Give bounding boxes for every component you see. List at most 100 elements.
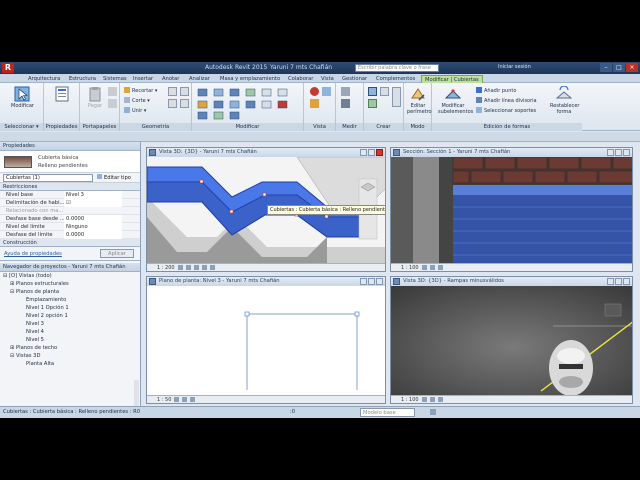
add-split-line-button[interactable]: Añadir línea divisoria: [476, 97, 537, 105]
crop-icon[interactable]: [190, 397, 196, 402]
recortar-button[interactable]: Recortar ▾: [124, 87, 157, 95]
corte-button[interactable]: Corte ▾: [124, 97, 150, 105]
modify-subelements-button[interactable]: Modificar subelementos: [438, 86, 473, 115]
tab-sistemas[interactable]: Sistemas: [103, 75, 127, 83]
tree-item[interactable]: ⊞ Planos de techo: [0, 344, 140, 352]
prop-value[interactable]: 0.0000: [64, 231, 122, 239]
search-input[interactable]: Escribir palabra clave o frase: [355, 64, 439, 72]
type-selector[interactable]: Cubierta básica Relleno pendientes: [0, 151, 140, 173]
crop-icon[interactable]: [437, 265, 443, 270]
measure-icon[interactable]: [341, 87, 350, 96]
view-minimize-icon[interactable]: [360, 149, 367, 156]
view-section[interactable]: Sección: Sección 1 - Yaruni 7 mts Chafiá…: [390, 147, 633, 272]
sun-path-icon[interactable]: [437, 397, 443, 402]
tab-complementos[interactable]: Complementos: [376, 75, 415, 83]
sun-path-icon[interactable]: [193, 265, 199, 270]
view-close-icon[interactable]: [623, 278, 630, 285]
view-close-icon[interactable]: [623, 149, 630, 156]
prop-value[interactable]: ☑: [64, 199, 122, 207]
properties-help-link[interactable]: Ayuda de propiedades: [4, 251, 62, 257]
create-assembly-icon[interactable]: [368, 87, 377, 96]
tree-item[interactable]: ⊟ Planos de planta: [0, 288, 140, 296]
create-group-icon[interactable]: [368, 99, 377, 108]
view-minimize-icon[interactable]: [607, 149, 614, 156]
rampas-3d-drawing[interactable]: [391, 286, 633, 397]
view-restore-icon[interactable]: [615, 278, 622, 285]
tab-colaborar[interactable]: Colaborar: [288, 75, 313, 83]
override-graphics-icon[interactable]: [322, 87, 331, 96]
demolish-icon[interactable]: [180, 99, 189, 108]
tree-item[interactable]: Emplazamiento: [0, 296, 140, 304]
view-restore-icon[interactable]: [615, 149, 622, 156]
apply-button[interactable]: Aplicar: [100, 249, 134, 258]
prop-value[interactable]: Nivel 3: [64, 191, 122, 199]
tab-insertar[interactable]: Insertar: [133, 75, 153, 83]
panel-label-seleccionar[interactable]: Seleccionar ▾: [0, 123, 43, 131]
wall-joins-icon[interactable]: [168, 87, 177, 96]
group-restricciones[interactable]: Restricciones: [0, 183, 140, 191]
modify-button[interactable]: Modificar: [11, 86, 34, 109]
tab-estructura[interactable]: Estructura: [69, 75, 96, 83]
unir-button[interactable]: Unir ▾: [124, 107, 146, 115]
visual-style-icon[interactable]: [429, 397, 435, 402]
hide-element-icon[interactable]: [310, 87, 319, 96]
login-link[interactable]: Iniciar sesión: [498, 64, 531, 70]
prop-value[interactable]: 0.0000: [64, 215, 122, 223]
tree-item[interactable]: Nivel 2 opción 1: [0, 312, 140, 320]
paint-icon[interactable]: [168, 99, 177, 108]
tree-item[interactable]: ⊞ Planos estructurales: [0, 280, 140, 288]
filter-icon[interactable]: [430, 409, 436, 415]
view-plan[interactable]: Plano de planta: Nivel 3 - Yaruni 7 mts …: [146, 276, 386, 404]
copy-icon[interactable]: [108, 99, 117, 108]
crop-icon[interactable]: [209, 265, 215, 270]
tree-item[interactable]: ⊟ Vistas 3D: [0, 352, 140, 360]
view-3d-rampas[interactable]: Vista 3D: {3D} - Rampas minusválidos 1 :…: [390, 276, 633, 404]
shadows-icon[interactable]: [201, 265, 207, 270]
application-menu-icon[interactable]: R: [2, 63, 14, 73]
minimize-icon[interactable]: –: [600, 63, 612, 72]
detail-level-icon[interactable]: [177, 265, 183, 270]
close-icon[interactable]: ×: [626, 63, 638, 72]
tab-vista[interactable]: Vista: [321, 75, 334, 83]
cut-icon[interactable]: [108, 87, 117, 96]
create-similar-icon[interactable]: [392, 87, 401, 107]
tab-gestionar[interactable]: Gestionar: [342, 75, 367, 83]
plan-drawing[interactable]: [147, 286, 386, 396]
visual-style-icon[interactable]: [429, 265, 435, 270]
tab-masa-emplazamiento[interactable]: Masa y emplazamiento: [220, 75, 280, 83]
section-drawing[interactable]: [391, 157, 633, 264]
detail-level-icon[interactable]: [421, 397, 427, 402]
view-minimize-icon[interactable]: [607, 278, 614, 285]
view-restore-icon[interactable]: [368, 278, 375, 285]
view-3d-main[interactable]: Vista 3D: {3D} - Yaruni 7 mts Chafián Cu…: [146, 147, 386, 272]
tree-item[interactable]: ⊟ [O] Vistas (todo): [0, 272, 140, 280]
tab-anotar[interactable]: Anotar: [162, 75, 179, 83]
tree-item[interactable]: Nivel 3: [0, 320, 140, 328]
view-close-icon[interactable]: [376, 149, 383, 156]
tree-item[interactable]: Nivel 5: [0, 336, 140, 344]
tree-item[interactable]: Nivel 4: [0, 328, 140, 336]
maximize-icon[interactable]: □: [613, 63, 625, 72]
edit-type-button[interactable]: Editar tipo: [97, 174, 131, 182]
view-close-icon[interactable]: [376, 278, 383, 285]
dimension-icon[interactable]: [341, 99, 350, 108]
add-point-button[interactable]: Añadir punto: [476, 87, 516, 95]
visual-style-icon[interactable]: [185, 265, 191, 270]
split-face-icon[interactable]: [180, 87, 189, 96]
tab-modificar-cubiertas[interactable]: Modificar | Cubiertas: [421, 75, 483, 83]
model-select[interactable]: Modelo base: [360, 408, 415, 417]
instance-filter-select[interactable]: Cubiertas (1): [3, 174, 93, 182]
tab-analizar[interactable]: Analizar: [189, 75, 210, 83]
view-minimize-icon[interactable]: [360, 278, 367, 285]
detail-level-icon[interactable]: [174, 397, 180, 402]
detail-level-icon[interactable]: [421, 265, 427, 270]
create-parts-icon[interactable]: [380, 87, 389, 96]
view-restore-icon[interactable]: [368, 149, 375, 156]
reset-shape-button[interactable]: Restablecer forma: [550, 86, 579, 115]
visual-style-icon[interactable]: [182, 397, 188, 402]
tree-item[interactable]: Nivel 1 Opción 1: [0, 304, 140, 312]
edit-footprint-button[interactable]: Editar perímetro: [407, 86, 432, 115]
paste-button[interactable]: Pegar: [84, 86, 106, 109]
prop-value[interactable]: Ninguno: [64, 223, 122, 231]
modify-tools-icon[interactable]: [196, 87, 300, 121]
